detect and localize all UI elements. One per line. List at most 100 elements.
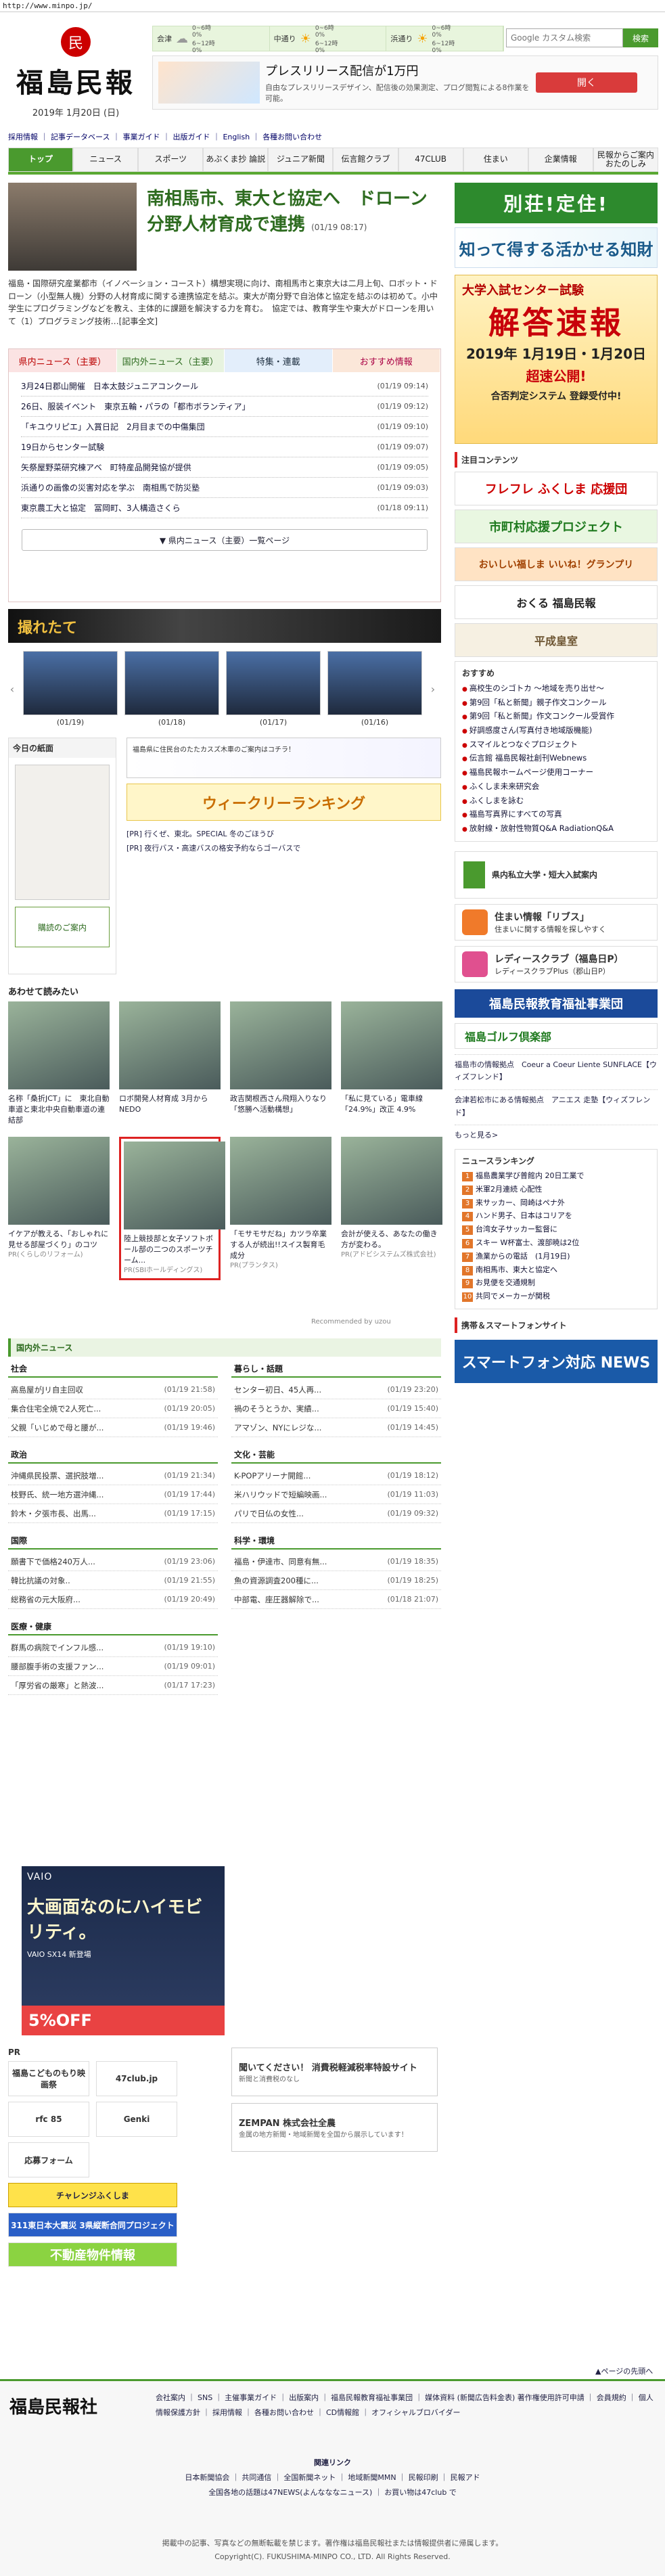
ranking-item[interactable]: 10 共同でメーカーが関税 (462, 1290, 650, 1303)
related-image[interactable] (124, 1141, 225, 1229)
photo-thumbnail[interactable] (124, 651, 219, 715)
news-title[interactable]: 19日からセンター試験 (21, 441, 104, 453)
photo-thumbnail[interactable] (327, 651, 422, 715)
related-card[interactable]: 名称「桑折JCT」に 東北自動車道と東北中央自動車道の連結部 (8, 1001, 110, 1126)
news-more-button[interactable]: ▼ 県内ニュース（主要）一覧ページ (22, 529, 428, 551)
news-tab[interactable]: 特集・連載 (225, 349, 333, 372)
sidebar-tile[interactable]: おいしい福しま いいね！グランプリ (455, 547, 658, 581)
section-item-title[interactable]: 福島・伊達市、同意有無... (234, 1556, 327, 1567)
recommended-link[interactable]: 伝言館 福島民報社創刊Webnews (462, 751, 650, 765)
related-image[interactable] (341, 1001, 442, 1089)
exam-banner[interactable]: 大学入試センター試験 解答速報 2019年 1月19日・1月20日 超速公開! … (455, 275, 658, 444)
nav-item[interactable]: トップ (8, 148, 74, 172)
pr-tile[interactable]: 不動産物件情報 (8, 2242, 177, 2267)
recommended-link[interactable]: 第9回「私と新聞」作文コンクール受賞作 (462, 709, 650, 723)
section-item-title[interactable]: センター初日、45人再... (234, 1384, 321, 1395)
section-item[interactable]: 韓比抗議の対象.. (01/19 21:55) (8, 1571, 218, 1590)
page-top-link[interactable]: ▲ページの先頭へ (595, 2366, 653, 2376)
related-image[interactable] (119, 1001, 221, 1089)
section-item-title[interactable]: 禍のそうとうか、実績... (234, 1403, 319, 1414)
ranking-title[interactable]: スキー W杯富士、渡部暁は2位 (476, 1238, 579, 1247)
university-guide[interactable]: 県内私立大学・短大入試案内 (455, 851, 658, 899)
related-image[interactable] (230, 1136, 331, 1225)
section-item-title[interactable]: 父親「いじめで母と腰が... (11, 1422, 104, 1433)
news-tab[interactable]: おすすめ情報 (332, 349, 440, 372)
related-title[interactable]: 政吉関根西さん飛翔入りなり「悠勝へ活動構想」 (230, 1093, 331, 1115)
section-item[interactable]: 禍のそうとうか、実績... (01/19 15:40) (231, 1399, 441, 1418)
section-item[interactable]: 願書下で価格240万人... (01/19 23:06) (8, 1552, 218, 1571)
pr-ad[interactable]: 聞いてください！ 消費税軽減税率特設サイト 新聞と消費税のなし (231, 2048, 438, 2096)
site-logo[interactable]: 民 福島民報 2019年 1月20日 (日) (8, 27, 143, 118)
section-item[interactable]: 枝野氏、統一地方選沖縄... (01/19 17:44) (8, 1485, 218, 1504)
pr-link[interactable]: [PR] 行くぜ、東北。SPECIAL 冬のごほうび (127, 828, 441, 842)
news-title[interactable]: 26日、服装イベント 東京五輪・パラの「都市ボランティア」 (21, 401, 250, 412)
ranking-title[interactable]: 福島農業学び普館内 20日工業で (476, 1171, 584, 1180)
ranking-title[interactable]: 来サッカー、岡崎はペナ外 (476, 1198, 565, 1207)
section-item-title[interactable]: K-POPアリーナ開館... (234, 1470, 311, 1481)
nav-item[interactable]: 伝言館クラブ (333, 148, 398, 172)
lead-image[interactable] (8, 183, 137, 271)
section-header[interactable]: 暮らし・話題 (231, 1361, 441, 1378)
prev-arrow-icon[interactable]: ‹ (8, 683, 16, 696)
lead-title[interactable]: 南相馬市、東大と協定へ ドローン分野人材育成で連携 (01/19 08:17) (147, 187, 438, 238)
ranking-item[interactable]: 4 ハンド男子、日本はコリアを (462, 1209, 650, 1223)
section-item[interactable]: 中部電、座圧器解除で... (01/18 21:07) (231, 1590, 441, 1609)
news-row[interactable]: 浜通りの画像の災害対応を学ぶ 南相馬で防災塾 (01/19 09:03) (21, 478, 428, 498)
related-title[interactable]: イケアが教える、「おしゃれに見せる部屋づくり」のコツ (8, 1229, 110, 1250)
related-image[interactable] (8, 1001, 110, 1089)
pr-tile[interactable]: 47club.jp (96, 2061, 177, 2096)
utility-link[interactable]: 出版ガイド (173, 133, 210, 141)
section-item[interactable]: 「厚労省の厳寒」と熱波... (01/17 17:23) (8, 1676, 218, 1695)
section-item-title[interactable]: アマゾン、NYにレジな... (234, 1422, 321, 1433)
section-item[interactable]: 鈴木・夕張市長、出馬... (01/19 17:15) (8, 1504, 218, 1523)
related-title[interactable]: 「私に見ている」電車線「24.9%」改正 4.9% (341, 1093, 442, 1115)
search-input[interactable] (506, 28, 623, 47)
section-item[interactable]: 集合住宅全焼で2人死亡... (01/19 20:05) (8, 1399, 218, 1418)
section-item[interactable]: K-POPアリーナ開館... (01/19 18:12) (231, 1466, 441, 1485)
recommended-link[interactable]: 高校生のシゴトカ ～地域を売り出せ～ (462, 681, 650, 696)
related-card[interactable]: 「モサモサだね」カツラ卒業する人が続出!!スイス製育毛成分 PR(プランタス) (230, 1136, 331, 1280)
info-text-1[interactable]: 福島市の情報拠点 Coeur a Coeur Liente SUNFLACE【ウ… (455, 1054, 658, 1084)
recommended-link[interactable]: ふくしま未来研究会 (462, 779, 650, 794)
ranking-item[interactable]: 7 漁業からの電話 (1月19日) (462, 1250, 650, 1263)
section-header[interactable]: 文化・芸能 (231, 1447, 441, 1464)
golf-banner[interactable]: 福島ゴルフ倶楽部 (455, 1022, 658, 1049)
related-title[interactable]: ロボ開発人材育成 3月から NEDO (119, 1093, 221, 1115)
smartphone-banner[interactable]: スマートフォン対応 NEWS (455, 1339, 658, 1383)
news-row[interactable]: 東京農工大と協定 冨岡町、3人構造さくら (01/18 09:11) (21, 498, 428, 518)
footer-related-links-1[interactable]: 日本新聞協会 ｜ 共同通信 ｜ 全国新聞ネット ｜ 地域新聞MMN ｜ 民報印刷… (0, 2470, 665, 2485)
related-image[interactable] (341, 1136, 442, 1225)
section-item-title[interactable]: 枝野氏、統一地方選沖縄... (11, 1489, 104, 1500)
ranking-item[interactable]: 8 南相馬市、東大と協定へ (462, 1263, 650, 1277)
ranking-title[interactable]: 米軍2月連続 心配性 (476, 1185, 543, 1194)
nav-item[interactable]: あぶくま抄 論説 (203, 148, 269, 172)
welfare-banner[interactable]: 福島民報教育福祉事業団 (455, 989, 658, 1018)
section-header[interactable]: 政治 (8, 1447, 218, 1464)
ranking-item[interactable]: 1 福島農業学び普館内 20日工業で (462, 1169, 650, 1183)
section-item[interactable]: アマゾン、NYにレジな... (01/19 14:45) (231, 1418, 441, 1437)
related-card[interactable]: 政吉関根西さん飛翔入りなり「悠勝へ活動構想」 (230, 1001, 331, 1126)
resort-banner[interactable]: 別荘!定住! (455, 183, 658, 223)
top-ad-banner[interactable]: プレスリリース配信が1万円 自由なプレスリリースデザイン、配信後の効果測定、プロ… (152, 55, 658, 110)
sidebar-tile[interactable]: 市町村応援プロジェクト (455, 510, 658, 543)
nav-item[interactable]: ニュース (73, 148, 139, 172)
utility-link[interactable]: 記事データベース (51, 133, 110, 141)
footer-links[interactable]: 会社案内 ｜ SNS ｜ 主催事業ガイド ｜ 出版案内 ｜ 福島民報教育福祉事業… (156, 2391, 656, 2420)
todays-paper[interactable]: 今日の紙面 購読のご案内 (8, 738, 116, 974)
news-row[interactable]: 3月24日郡山開催 日本太鼓ジュニアコンクール (01/19 09:14) (21, 376, 428, 397)
search-button[interactable]: 検索 (623, 28, 658, 47)
section-header[interactable]: 社会 (8, 1361, 218, 1378)
nav-item[interactable]: 民報からご案内 おたのしみ (593, 148, 658, 172)
ranking-title[interactable]: 台湾女子サッカー監督に (476, 1225, 557, 1234)
recommended-link[interactable]: 福島写真界にすべての写真 (462, 807, 650, 821)
section-item-title[interactable]: 群馬の病院でインフル感... (11, 1642, 104, 1653)
pr-tile[interactable]: 福島こどものもり映画祭 (8, 2061, 89, 2096)
pr-tile[interactable]: rfc 85 (8, 2102, 89, 2137)
photo-thumbnail[interactable] (226, 651, 321, 715)
news-title[interactable]: 東京農工大と協定 冨岡町、3人構造さくら (21, 502, 181, 514)
nav-item[interactable]: スポーツ (138, 148, 204, 172)
photo-item[interactable]: (01/18) (124, 651, 219, 727)
news-title[interactable]: 3月24日郡山開催 日本太鼓ジュニアコンクール (21, 380, 198, 392)
ad-open-button[interactable]: 開く (536, 72, 637, 93)
ranking-item[interactable]: 5 台湾女子サッカー監督に (462, 1223, 650, 1236)
